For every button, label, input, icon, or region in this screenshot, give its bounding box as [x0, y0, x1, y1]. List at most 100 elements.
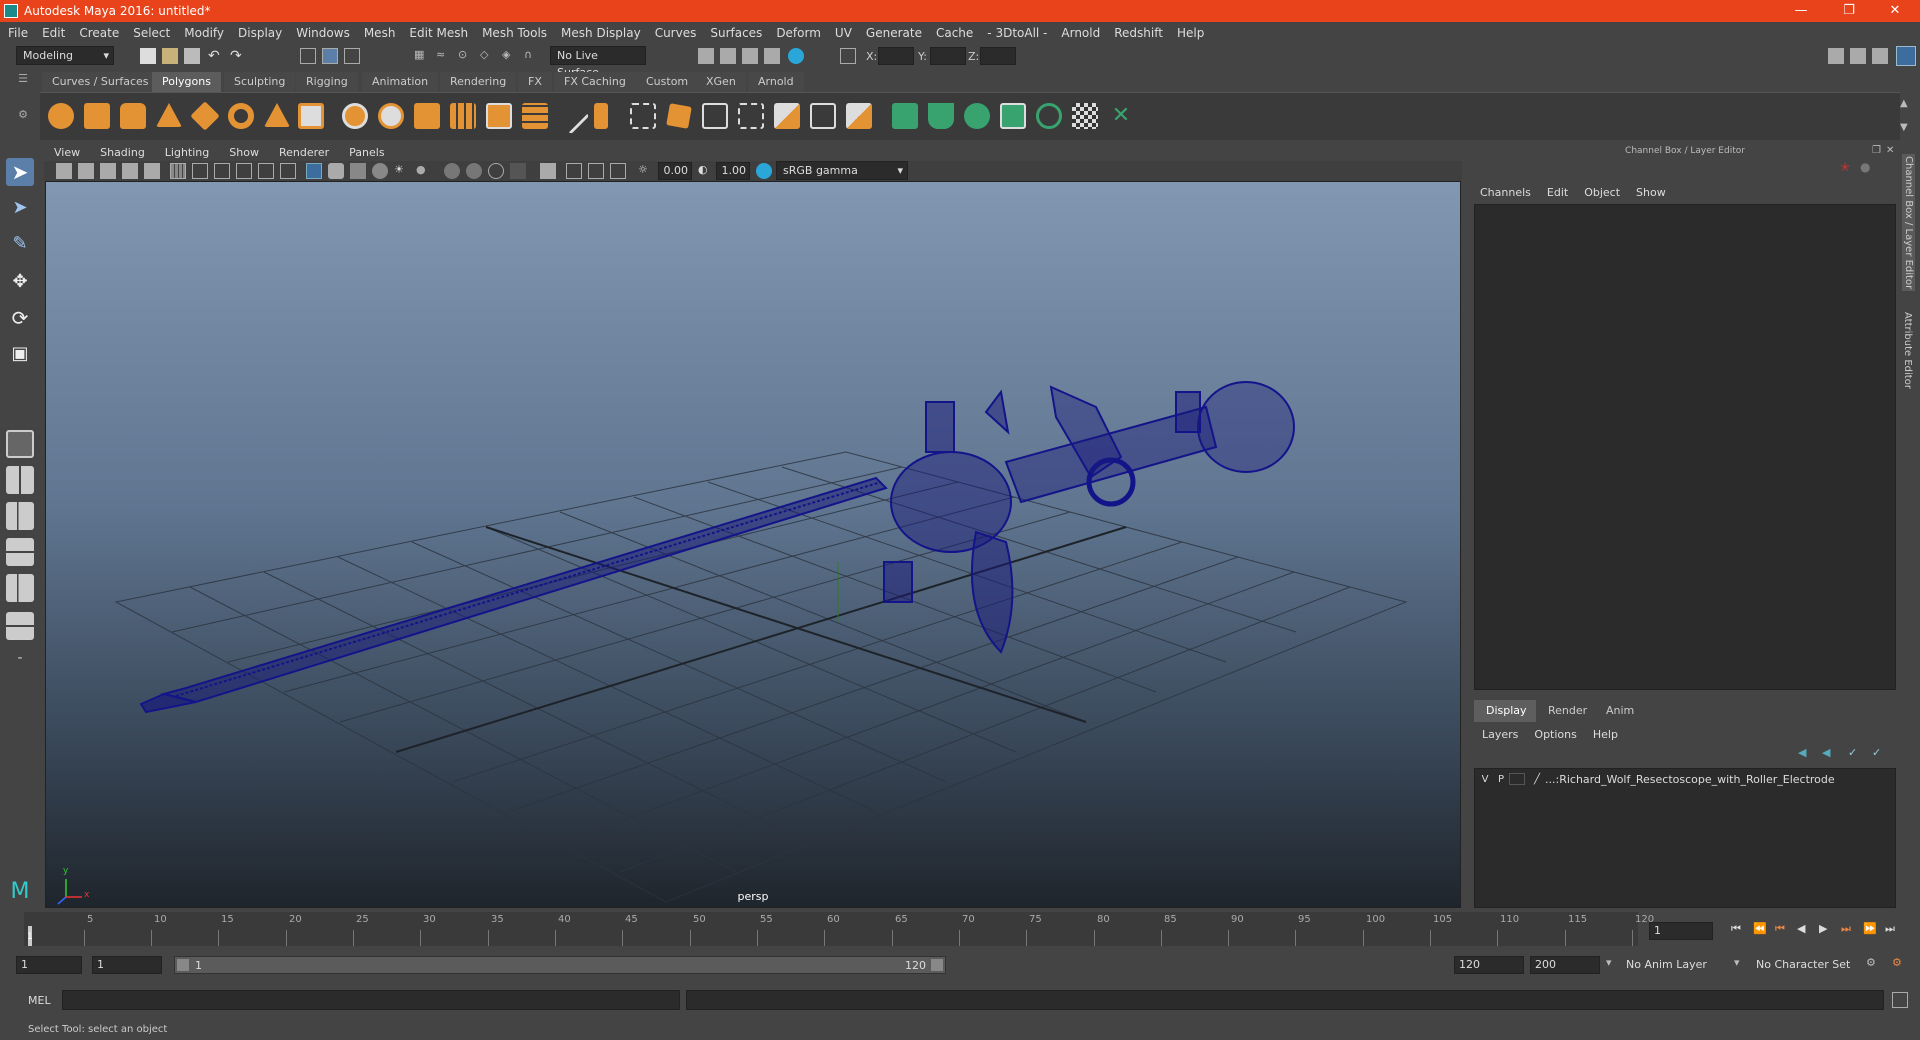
unfold-uv-icon[interactable]: [1036, 103, 1062, 129]
end-time-input[interactable]: 200: [1530, 956, 1600, 974]
uv-editor-icon[interactable]: ✕: [1108, 103, 1134, 129]
viewport-menu-renderer[interactable]: Renderer: [279, 146, 329, 159]
magnet-icon[interactable]: ∩: [524, 48, 540, 64]
separate-icon[interactable]: [378, 103, 404, 129]
snap-point-icon[interactable]: ⊙: [458, 48, 474, 64]
range-end-handle[interactable]: [931, 959, 943, 971]
image-plane-icon[interactable]: [100, 163, 116, 179]
smooth-shade-icon[interactable]: [328, 163, 344, 179]
motion-blur-icon[interactable]: [466, 163, 482, 179]
mirror-icon[interactable]: [486, 103, 512, 129]
select-by-component-icon[interactable]: [344, 48, 360, 64]
camera-attributes-icon[interactable]: [56, 163, 72, 179]
snap-view-plane-icon[interactable]: ◇: [480, 48, 496, 64]
character-set-dropdown[interactable]: No Character Set: [1752, 956, 1870, 974]
field-chart-icon[interactable]: [258, 163, 274, 179]
select-by-object-icon[interactable]: [322, 48, 338, 64]
depth-of-field-icon[interactable]: [510, 163, 526, 179]
insert-edge-loop-icon[interactable]: [702, 103, 728, 129]
extract-icon[interactable]: [414, 103, 440, 129]
gate-mask-icon[interactable]: [236, 163, 252, 179]
menu-display[interactable]: Display: [238, 26, 282, 40]
open-scene-icon[interactable]: [162, 48, 178, 64]
menu-mesh-tools[interactable]: Mesh Tools: [482, 26, 547, 40]
shelf-scroll-down-icon[interactable]: ▼: [1900, 122, 1908, 133]
layout-more-icon[interactable]: -: [6, 650, 34, 678]
snap-grid-icon[interactable]: ▦: [414, 48, 430, 64]
move-layer-down-icon[interactable]: ◀: [1822, 746, 1830, 759]
mode-dropdown[interactable]: Modeling ▾: [16, 46, 114, 65]
tab-sculpting[interactable]: Sculpting: [224, 72, 296, 92]
layer-row[interactable]: V P ╱ ...:Richard_Wolf_Resectoscope_with…: [1477, 771, 1893, 787]
channel-box-icon-1[interactable]: ✭: [1840, 160, 1854, 174]
2d-pan-zoom-icon[interactable]: [122, 163, 138, 179]
render-view-icon[interactable]: [698, 48, 714, 64]
menu-3dtoall[interactable]: - 3DtoAll -: [987, 26, 1047, 40]
viewport-menu-shading[interactable]: Shading: [100, 146, 145, 159]
layer-color-swatch[interactable]: ╱: [1529, 774, 1545, 785]
menu-uv[interactable]: UV: [835, 26, 852, 40]
cylindrical-uv-icon[interactable]: [928, 103, 954, 129]
tab-rigging[interactable]: Rigging: [296, 72, 358, 92]
hypershade-layout-icon[interactable]: [6, 574, 34, 602]
safe-action-icon[interactable]: [280, 163, 296, 179]
tab-attribute-editor[interactable]: Attribute Editor: [1902, 312, 1913, 389]
paint-select-tool-icon[interactable]: ✎: [6, 230, 34, 258]
playback-start-input[interactable]: 1: [92, 956, 162, 974]
range-start-handle[interactable]: [177, 959, 189, 971]
close-panel-icon[interactable]: ✕: [1886, 142, 1894, 160]
poly-pyramid-icon[interactable]: [264, 103, 290, 127]
textured-icon[interactable]: [372, 163, 388, 179]
multi-cut-icon[interactable]: [552, 97, 590, 135]
menu-arnold[interactable]: Arnold: [1061, 26, 1100, 40]
target-weld-icon[interactable]: [810, 103, 836, 129]
poly-cube-icon[interactable]: [84, 103, 110, 129]
chevron-down-icon[interactable]: ▾: [1734, 956, 1740, 969]
poly-torus-icon[interactable]: [228, 103, 254, 129]
resolution-gate-icon[interactable]: [214, 163, 230, 179]
go-to-start-icon[interactable]: ⏮: [1731, 922, 1741, 936]
tab-arnold[interactable]: Arnold: [748, 72, 804, 92]
layer-visibility-toggle[interactable]: V: [1477, 774, 1493, 785]
bridge-icon[interactable]: [630, 103, 656, 129]
command-input[interactable]: [62, 990, 680, 1010]
play-backward-icon[interactable]: ◀: [1797, 922, 1805, 935]
shelf-settings-icon[interactable]: ⚙: [14, 108, 32, 124]
menu-curves[interactable]: Curves: [655, 26, 697, 40]
tab-render[interactable]: Render: [1536, 700, 1600, 722]
spherical-uv-icon[interactable]: [964, 103, 990, 129]
step-back-icon[interactable]: ⏪: [1753, 922, 1767, 935]
menu-help[interactable]: Help: [1177, 26, 1204, 40]
move-tool-icon[interactable]: ✥: [6, 268, 34, 296]
tab-fx-caching[interactable]: FX Caching: [554, 72, 636, 92]
auto-key-icon[interactable]: ⚙: [1866, 956, 1876, 969]
bookmark-icon[interactable]: [78, 163, 94, 179]
transform-mode-icon[interactable]: [840, 48, 856, 64]
layer-playback-toggle[interactable]: P: [1493, 774, 1509, 785]
script-editor-icon[interactable]: [1892, 992, 1908, 1008]
poly-plane-icon[interactable]: [190, 101, 220, 131]
viewport-menu-panels[interactable]: Panels: [349, 146, 384, 159]
new-scene-icon[interactable]: [140, 48, 156, 64]
tab-anim[interactable]: Anim: [1594, 700, 1647, 722]
new-layer-icon[interactable]: ✓: [1848, 746, 1857, 759]
menu-select[interactable]: Select: [133, 26, 170, 40]
anti-aliasing-icon[interactable]: [488, 163, 504, 179]
render-current-icon[interactable]: [720, 48, 736, 64]
xray-joints-icon[interactable]: [588, 163, 604, 179]
persp-viewport[interactable]: y x persp: [45, 181, 1461, 908]
play-forward-icon[interactable]: ▶: [1819, 922, 1827, 935]
playback-end-input[interactable]: 120: [1454, 956, 1524, 974]
grease-pencil-icon[interactable]: [144, 163, 160, 179]
viewport-menu-show[interactable]: Show: [229, 146, 259, 159]
four-view-layout-icon[interactable]: [6, 466, 34, 494]
channel-box-icon-2[interactable]: ●: [1860, 160, 1874, 174]
menu-redshift[interactable]: Redshift: [1114, 26, 1163, 40]
wireframe-on-shaded-icon[interactable]: [350, 163, 366, 179]
outliner-layout-icon[interactable]: [6, 612, 34, 640]
menu-deform[interactable]: Deform: [776, 26, 821, 40]
z-input[interactable]: [980, 47, 1016, 65]
live-surface-field[interactable]: No Live Surface: [550, 46, 646, 79]
persp-outliner-layout-icon[interactable]: [6, 502, 34, 530]
layer-display-type-toggle[interactable]: [1509, 773, 1525, 785]
